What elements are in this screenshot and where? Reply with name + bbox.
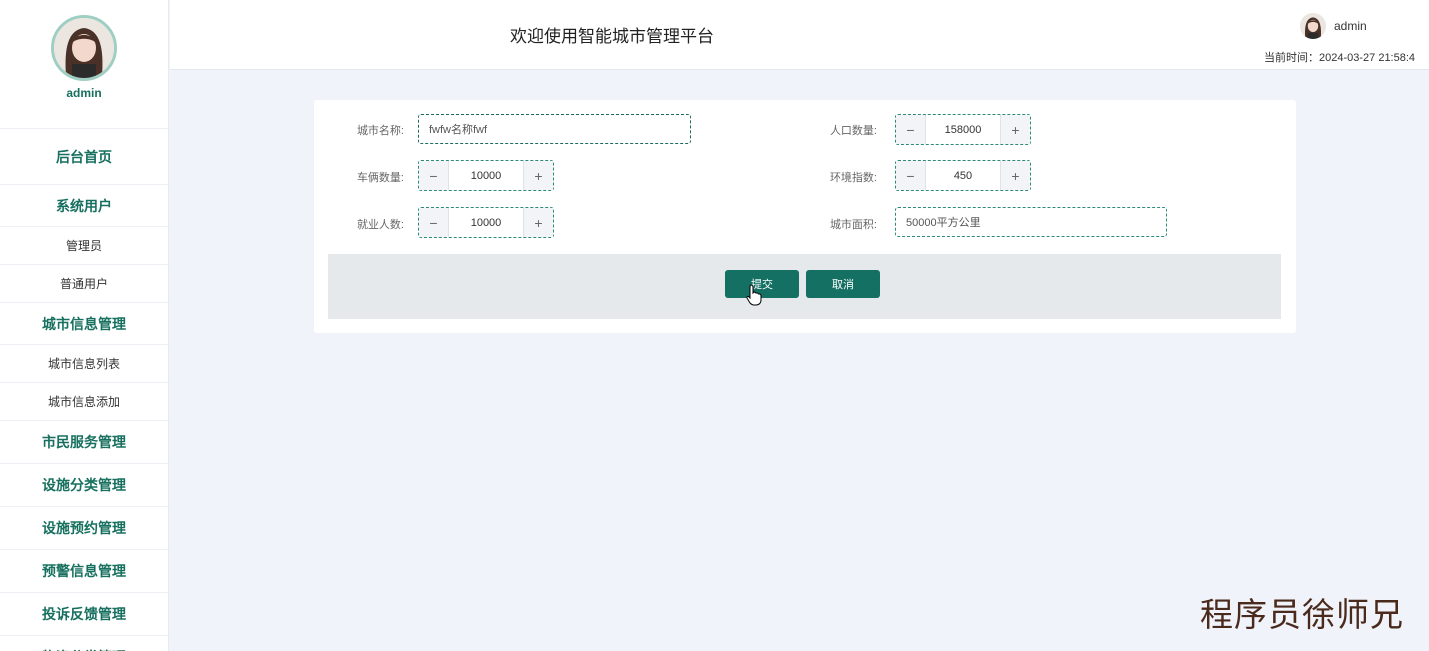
area-value: 50000平方公里 — [906, 217, 981, 229]
user-menu[interactable]: admin — [1300, 13, 1367, 39]
watermark-text: 程序员徐师兄 — [1200, 595, 1404, 634]
sidebar-item-supply-category[interactable]: 物资分类管理 — [0, 636, 168, 651]
sidebar-item-admins[interactable]: 管理员 — [0, 227, 168, 265]
vehicles-increment-button[interactable]: + — [523, 161, 553, 190]
population-decrement-button[interactable]: − — [896, 115, 926, 144]
cancel-button[interactable]: 取消 — [806, 270, 880, 298]
area-input[interactable]: 50000平方公里 — [895, 207, 1167, 237]
population-value[interactable]: 158000 — [926, 115, 1000, 144]
avatar-image — [54, 18, 114, 78]
user-name: admin — [1334, 19, 1367, 33]
avatar-image — [1300, 13, 1326, 39]
sidebar-item-city-info[interactable]: 城市信息管理 — [0, 303, 168, 345]
environment-decrement-button[interactable]: − — [896, 161, 926, 190]
environment-label: 环境指数: — [829, 172, 877, 184]
employment-decrement-button[interactable]: − — [419, 208, 449, 237]
vehicles-value[interactable]: 10000 — [449, 161, 523, 190]
environment-increment-button[interactable]: + — [1000, 161, 1030, 190]
sidebar-item-city-list[interactable]: 城市信息列表 — [0, 345, 168, 383]
city-form-card: 城市名称: fwfw名称fwf 人口数量: − 158000 + 车俩数量: −… — [314, 100, 1296, 333]
page-title: 欢迎使用智能城市管理平台 — [510, 27, 714, 46]
population-increment-button[interactable]: + — [1000, 115, 1030, 144]
submit-button[interactable]: 提交 — [725, 270, 799, 298]
city-name-value: fwfw名称fwf — [429, 124, 488, 136]
avatar[interactable] — [51, 15, 117, 81]
vehicles-decrement-button[interactable]: − — [419, 161, 449, 190]
employment-label: 就业人数: — [356, 219, 404, 231]
time-value: 2024-03-27 21:58:4 — [1319, 52, 1416, 64]
sidebar-item-system-users[interactable]: 系统用户 — [0, 185, 168, 227]
area-label: 城市面积: — [829, 219, 877, 231]
profile-name: admin — [66, 86, 102, 100]
sidebar-item-citizen-service[interactable]: 市民服务管理 — [0, 421, 168, 464]
sidebar-item-facility-category[interactable]: 设施分类管理 — [0, 464, 168, 507]
sidebar-item-home[interactable]: 后台首页 — [0, 129, 168, 185]
city-name-input[interactable]: fwfw名称fwf — [418, 114, 691, 144]
vehicles-stepper[interactable]: − 10000 + — [418, 160, 554, 191]
population-stepper[interactable]: − 158000 + — [895, 114, 1031, 145]
environment-value[interactable]: 450 — [926, 161, 1000, 190]
sidebar-item-facility-booking[interactable]: 设施预约管理 — [0, 507, 168, 550]
sidebar-item-warning-info[interactable]: 预警信息管理 — [0, 550, 168, 593]
population-label: 人口数量: — [829, 125, 877, 137]
avatar[interactable] — [1300, 13, 1326, 39]
employment-stepper[interactable]: − 10000 + — [418, 207, 554, 238]
environment-stepper[interactable]: − 450 + — [895, 160, 1031, 191]
city-name-label: 城市名称: — [356, 125, 404, 137]
top-header: 欢迎使用智能城市管理平台 admin 当前时间：2024-03-27 21:58… — [170, 0, 1429, 70]
current-time: 当前时间：2024-03-27 21:58:4 — [1264, 49, 1415, 65]
employment-value[interactable]: 10000 — [449, 208, 523, 237]
profile-panel: admin — [0, 15, 168, 129]
sidebar: admin 后台首页 系统用户 管理员 普通用户 城市信息管理 城市信息列表 城… — [0, 0, 169, 651]
hand-cursor-icon — [746, 284, 762, 306]
vehicles-label: 车俩数量: — [356, 172, 404, 184]
form-action-bar: 提交 取消 — [328, 254, 1281, 319]
sidebar-item-complaint-feedback[interactable]: 投诉反馈管理 — [0, 593, 168, 636]
time-label: 当前时间： — [1264, 52, 1319, 64]
sidebar-item-regular-users[interactable]: 普通用户 — [0, 265, 168, 303]
sidebar-item-city-add[interactable]: 城市信息添加 — [0, 383, 168, 421]
employment-increment-button[interactable]: + — [523, 208, 553, 237]
